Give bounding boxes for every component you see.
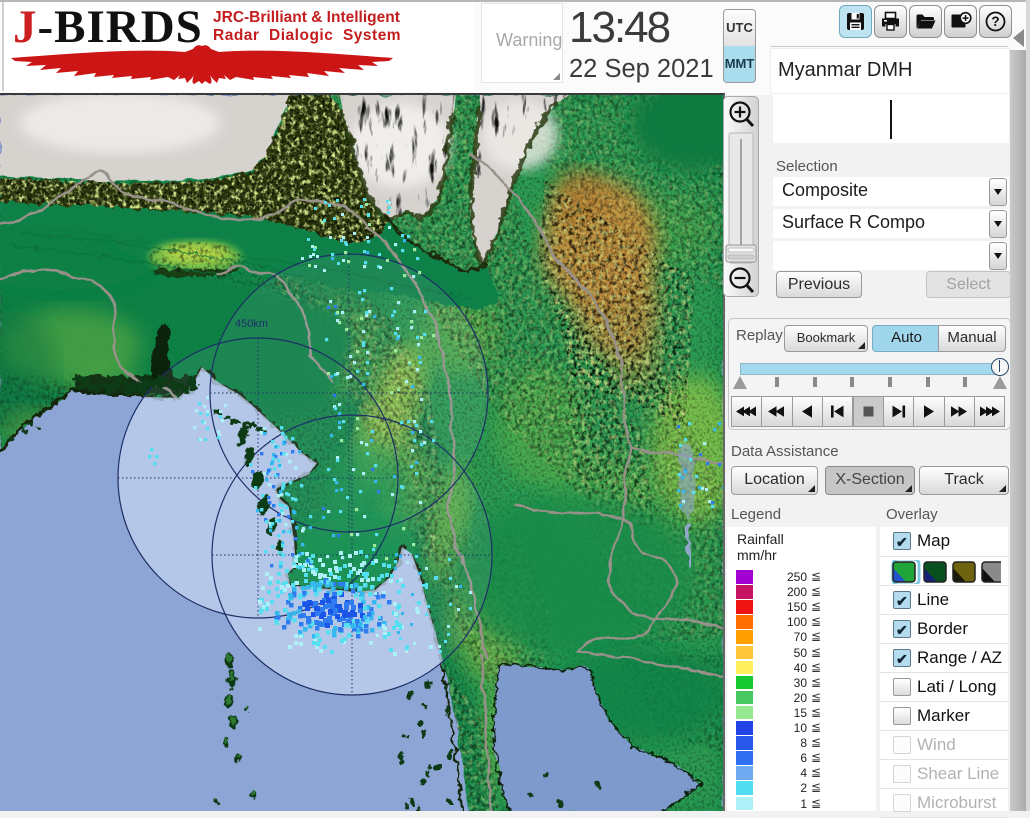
svg-text:?: ? [991,14,999,29]
svg-text:450km: 450km [235,318,268,330]
